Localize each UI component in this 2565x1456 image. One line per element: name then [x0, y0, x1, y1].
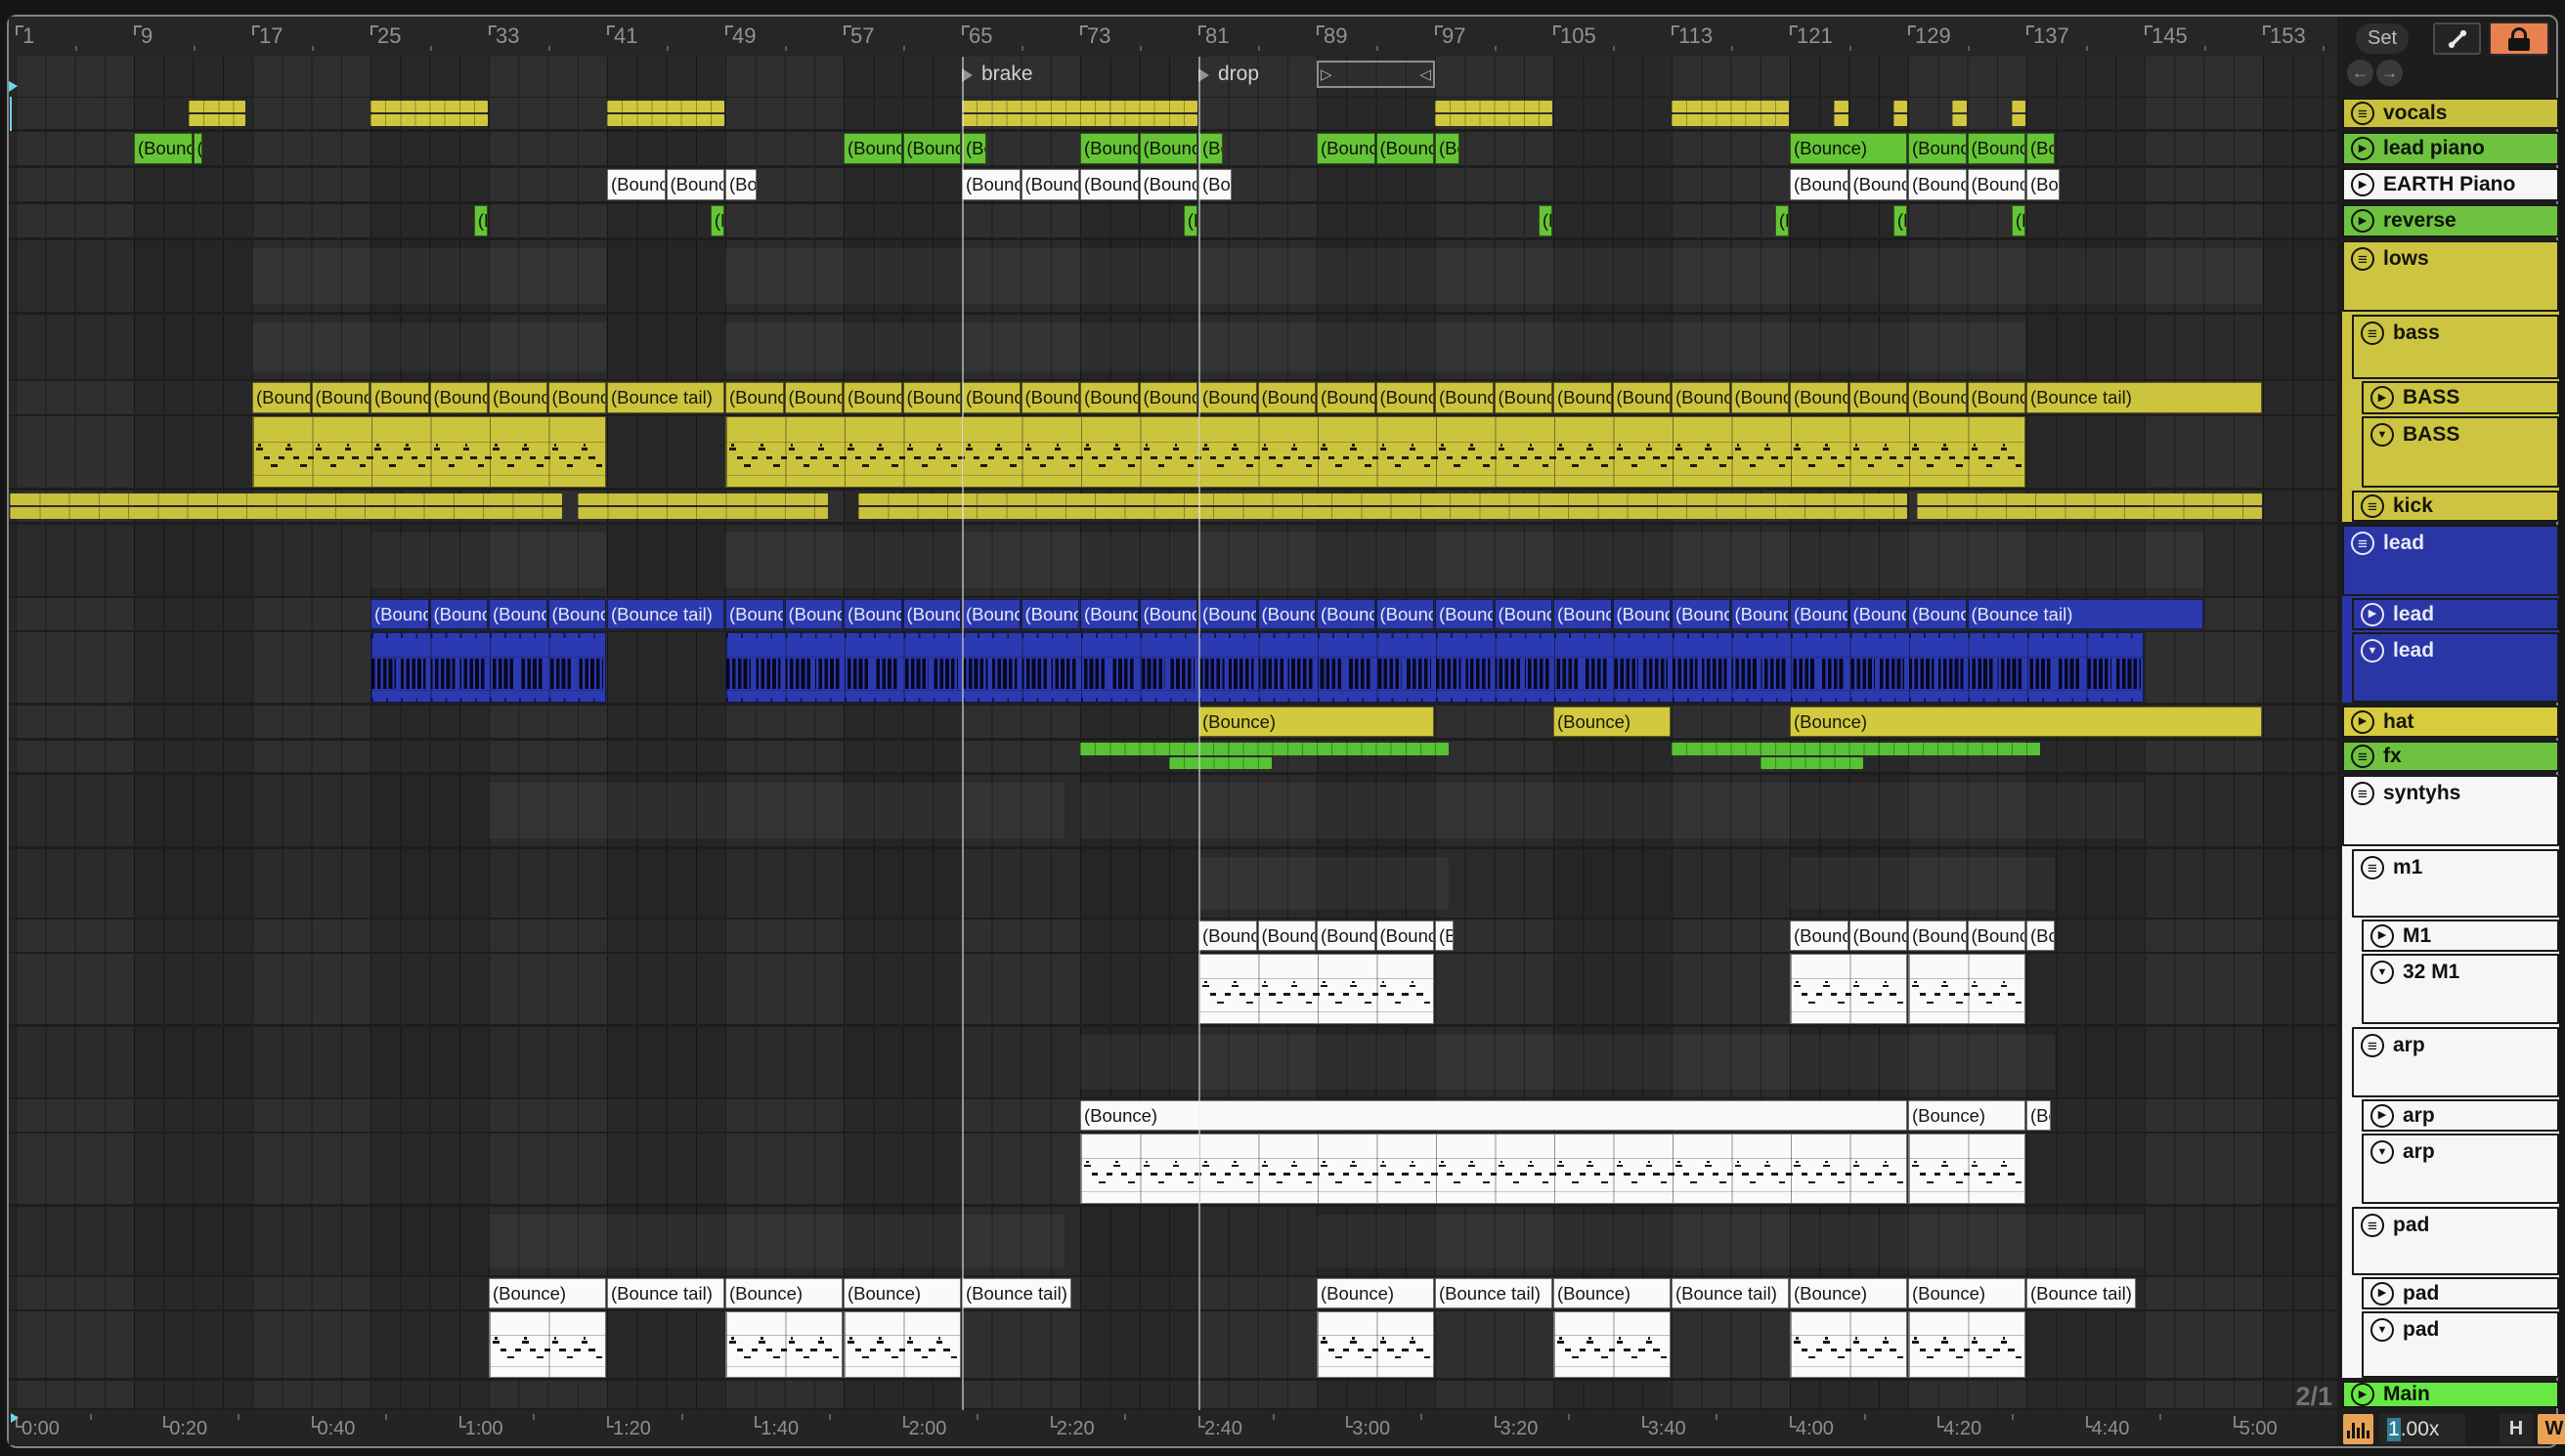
track-header-main[interactable]: ▶ Main [2342, 1381, 2559, 1408]
take-lane-icon[interactable]: ▼ [2370, 1318, 2394, 1342]
play-icon[interactable]: ▶ [2351, 209, 2374, 233]
group-fold-icon[interactable]: ≡ [2351, 247, 2374, 271]
track-header-m1[interactable]: ≡ m1 [2352, 849, 2559, 918]
track-header-lead-piano[interactable]: ▶ lead piano [2342, 132, 2559, 165]
play-icon[interactable]: ▶ [2370, 1281, 2394, 1306]
track-header-m1[interactable]: ▶ M1 [2362, 920, 2559, 952]
play-icon[interactable]: ▶ [2370, 923, 2394, 948]
track-header-fx[interactable]: ≡ fx [2342, 741, 2559, 772]
track-name: arp [2403, 1103, 2435, 1127]
group-fold-icon[interactable]: ≡ [2351, 102, 2374, 125]
nav-back-button[interactable]: ← [2347, 60, 2373, 86]
track-name: hat [2383, 709, 2414, 733]
insert-marker-line [10, 97, 12, 131]
group-fold-icon[interactable]: ≡ [2351, 745, 2374, 768]
track-name: 32 M1 [2403, 961, 2460, 983]
track-header-lead[interactable]: ≡ lead [2342, 525, 2559, 596]
track-name: bass [2393, 321, 2440, 344]
take-lane-icon[interactable]: ▼ [2370, 423, 2394, 447]
arrow-left-icon: ← [2352, 63, 2369, 82]
track-name: arp [2403, 1140, 2435, 1163]
arrow-right-icon: → [2381, 63, 2398, 82]
track-header-pad[interactable]: ▶ pad [2362, 1277, 2559, 1309]
track-name: arp [2393, 1034, 2425, 1056]
play-icon[interactable]: ▶ [2351, 137, 2374, 160]
height-zoom-button[interactable]: H [2500, 1414, 2533, 1444]
track-header-panel: ≡ vocals ▶ lead piano ▶ EARTH Piano ▶ reverse ≡ l… [0, 0, 2565, 1456]
track-header-pad[interactable]: ▼ pad [2362, 1311, 2559, 1378]
group-fold-icon[interactable]: ≡ [2361, 1214, 2384, 1237]
track-name: pad [2403, 1281, 2440, 1305]
track-header-hat[interactable]: ▶ hat [2342, 706, 2559, 738]
locator-line [961, 57, 964, 1410]
speed-rest: .00x [2400, 1417, 2440, 1440]
group-fold-icon[interactable]: ≡ [2361, 321, 2384, 345]
set-locator-button[interactable]: Set [2356, 23, 2409, 54]
group-fold-icon[interactable]: ≡ [2351, 782, 2374, 805]
track-name: M1 [2403, 923, 2432, 947]
draw-link-button[interactable] [2433, 22, 2481, 55]
take-lane-icon[interactable]: ▼ [2370, 961, 2394, 984]
track-header-32-m1[interactable]: ▼ 32 M1 [2362, 954, 2559, 1024]
track-header-arp[interactable]: ▼ arp [2362, 1134, 2559, 1204]
playback-speed-field[interactable]: 1.00x [2379, 1414, 2465, 1444]
track-header-kick[interactable]: ≡ kick [2352, 491, 2559, 522]
track-header-lows[interactable]: ≡ lows [2342, 240, 2559, 312]
track-name: m1 [2393, 856, 2423, 878]
take-lane-icon[interactable]: ▼ [2370, 1140, 2394, 1164]
play-icon[interactable]: ▶ [2361, 602, 2384, 626]
group-fold-icon[interactable]: ≡ [2351, 532, 2374, 555]
track-header-vocals[interactable]: ≡ vocals [2342, 98, 2559, 129]
track-name: EARTH Piano [2383, 173, 2516, 195]
link-icon [2448, 29, 2466, 48]
play-icon[interactable]: ▶ [2370, 1103, 2394, 1128]
take-lane-icon[interactable]: ▼ [2361, 639, 2384, 663]
insert-marker-icon[interactable] [9, 81, 18, 92]
speed-selected-digit: 1 [2387, 1417, 2401, 1441]
track-header-arp[interactable]: ≡ arp [2352, 1027, 2559, 1097]
track-name: pad [2393, 1214, 2430, 1236]
track-header-lead[interactable]: ▼ lead [2352, 632, 2559, 703]
track-name: lead [2393, 639, 2435, 662]
arrangement-view: 1 9 17 25 33 41 49 57 65 73 81 89 97 105 113 121 129 137 1… [0, 0, 2565, 1456]
play-icon[interactable]: ▶ [2370, 386, 2394, 409]
track-name: kick [2393, 494, 2433, 517]
track-header-syntyhs[interactable]: ≡ syntyhs [2342, 775, 2559, 846]
track-name: Main [2383, 1383, 2430, 1405]
track-name: lead [2383, 532, 2425, 554]
track-header-arp[interactable]: ▶ arp [2362, 1099, 2559, 1132]
track-header-earth-piano[interactable]: ▶ EARTH Piano [2342, 168, 2559, 201]
track-name: lead piano [2383, 137, 2485, 159]
nav-forward-button[interactable]: → [2376, 60, 2403, 86]
width-zoom-button[interactable]: W [2538, 1414, 2565, 1444]
track-header-bass[interactable]: ≡ bass [2352, 315, 2559, 379]
track-name: syntyhs [2383, 782, 2461, 804]
track-name: lows [2383, 247, 2429, 270]
track-name: BASS [2403, 423, 2460, 446]
play-icon[interactable]: ▶ [2351, 709, 2374, 734]
track-header-reverse[interactable]: ▶ reverse [2342, 204, 2559, 237]
group-fold-icon[interactable]: ≡ [2361, 494, 2384, 518]
audition-waveform-button[interactable] [2343, 1414, 2373, 1444]
track-name: lead [2393, 602, 2435, 625]
track-name: pad [2403, 1318, 2440, 1341]
group-fold-icon[interactable]: ≡ [2361, 856, 2384, 879]
track-name: reverse [2383, 209, 2456, 232]
track-header-lead[interactable]: ▶ lead [2352, 598, 2559, 630]
waveform-icon [2347, 1423, 2369, 1438]
play-icon[interactable]: ▶ [2351, 173, 2374, 196]
group-fold-icon[interactable]: ≡ [2361, 1034, 2384, 1057]
track-name: fx [2383, 745, 2402, 767]
locator-line [1197, 57, 1200, 1410]
play-icon[interactable]: ▶ [2351, 1383, 2374, 1406]
track-header-pad[interactable]: ≡ pad [2352, 1207, 2559, 1275]
lock-button[interactable] [2489, 21, 2549, 56]
track-name: BASS [2403, 386, 2460, 408]
lock-icon [2508, 26, 2530, 51]
track-header-bass[interactable]: ▶ BASS [2362, 381, 2559, 414]
track-header-bass[interactable]: ▼ BASS [2362, 416, 2559, 488]
track-name: vocals [2383, 102, 2448, 124]
time-signature-readout: 2/1 [2295, 1382, 2332, 1411]
playhead-icon [11, 1413, 19, 1423]
